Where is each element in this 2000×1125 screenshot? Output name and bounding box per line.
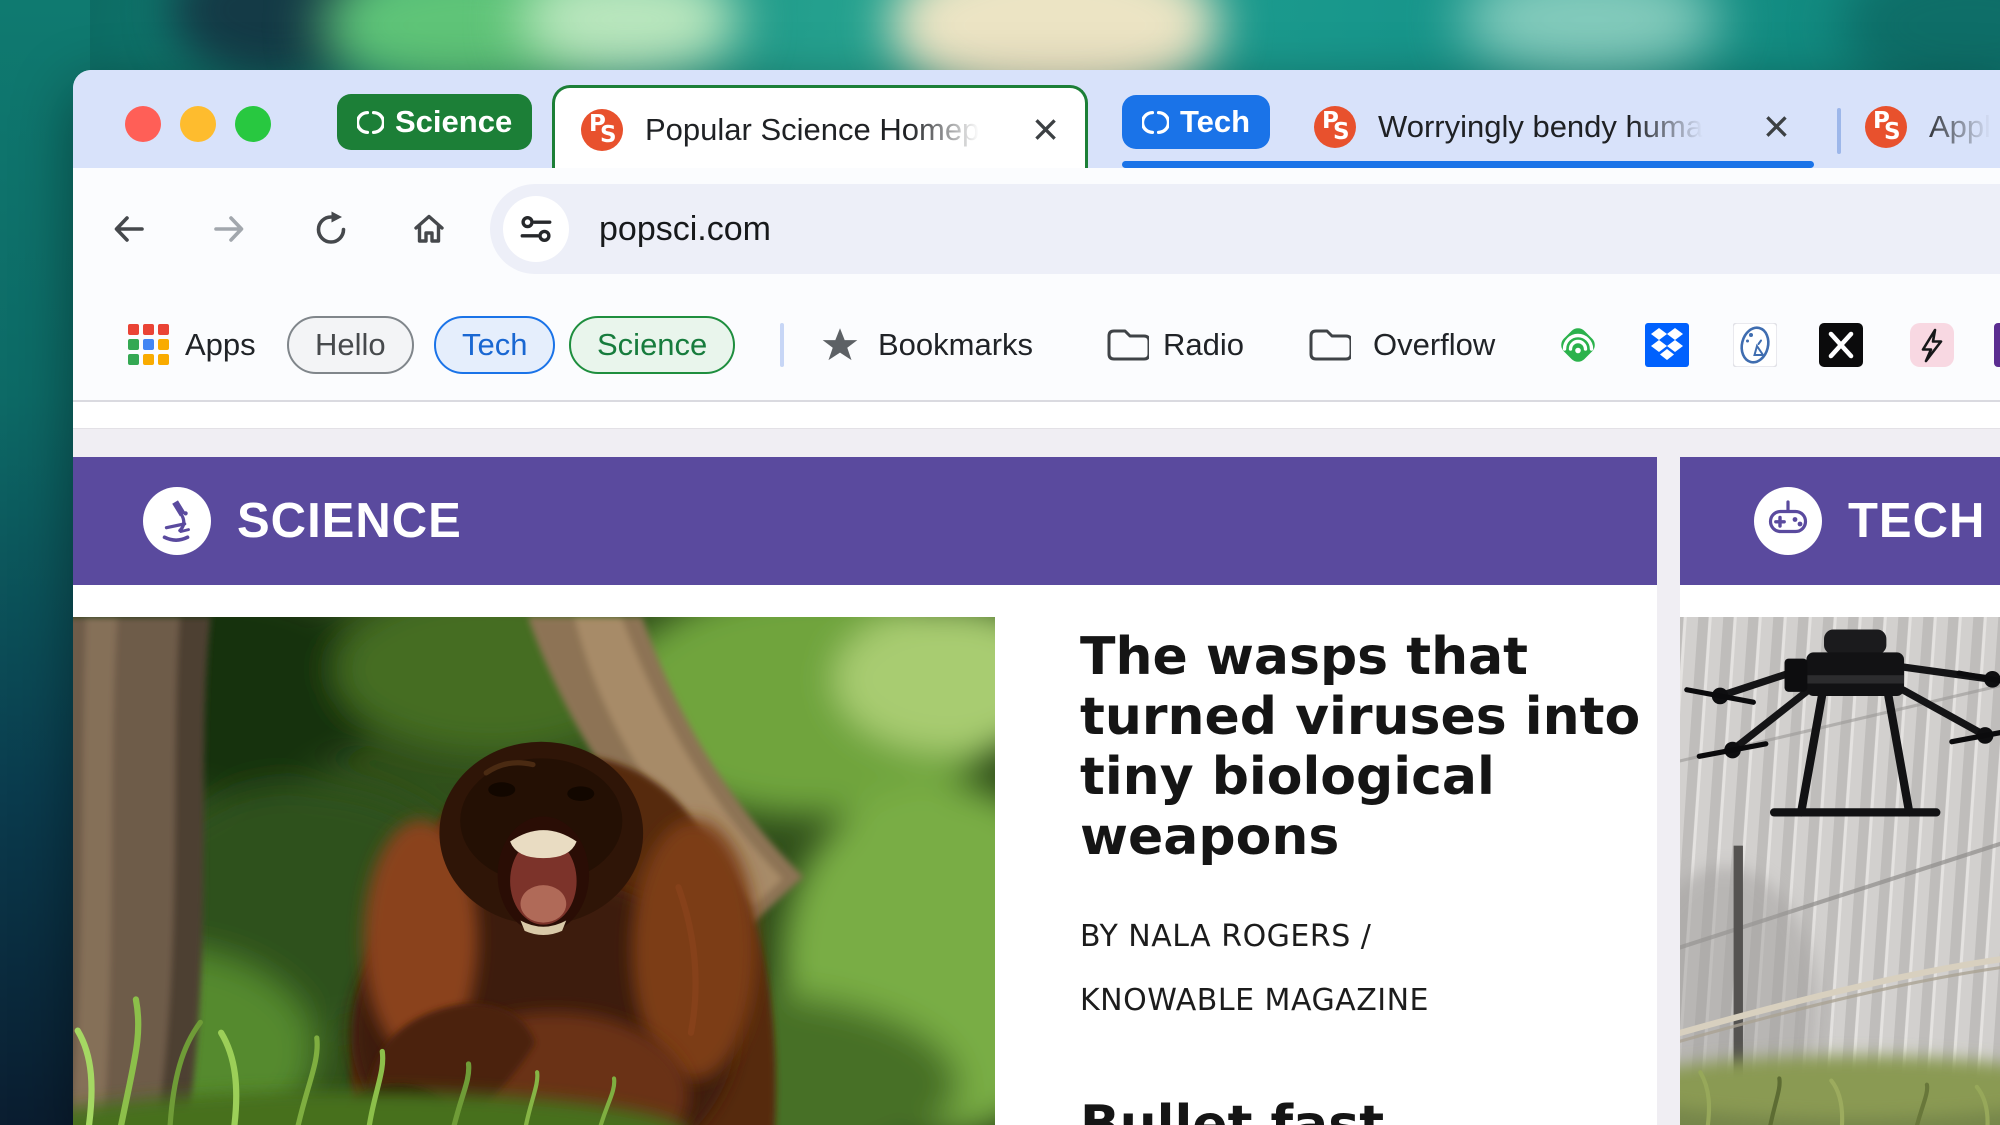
tab-appl[interactable]: P S Appl: [1865, 85, 1991, 168]
lightning-icon[interactable]: [1910, 323, 1954, 367]
saved-group-tech[interactable]: Tech: [434, 316, 555, 374]
browser-window: Science P S Popular Science Homep × Tech: [73, 70, 2000, 1125]
url-text[interactable]: popsci.com: [599, 210, 771, 249]
tab-title: Popular Science Homep: [645, 112, 979, 148]
tab-group-chip-tech[interactable]: Tech: [1122, 95, 1270, 149]
tab-title: Worryingly bendy huma: [1378, 109, 1703, 145]
star-icon[interactable]: [821, 326, 859, 364]
sketch-circle-icon[interactable]: [1733, 323, 1777, 367]
zoom-window-button[interactable]: [235, 106, 271, 142]
column-gutter: [1657, 457, 1680, 1125]
dropbox-icon[interactable]: [1645, 323, 1689, 367]
apps-grid-icon[interactable]: [128, 324, 170, 366]
bookmarks-bar: Apps Hello Tech Science Bookmarks Radio: [73, 290, 2000, 400]
microscope-icon: [143, 487, 211, 555]
tab-title: Appl: [1929, 109, 1991, 145]
tab-group-chip-science[interactable]: Science: [337, 94, 532, 150]
home-icon[interactable]: [409, 209, 449, 249]
article-headline-line[interactable]: tiny biological: [1080, 747, 1660, 807]
tech-group-underline: [1122, 161, 1814, 168]
drone-article-image[interactable]: [1680, 617, 2000, 1125]
screen: Science P S Popular Science Homep × Tech: [0, 0, 2000, 1125]
tech-column: TECH: [1680, 457, 2000, 1125]
purple-sliver-icon[interactable]: [1994, 323, 2000, 367]
minimize-window-button[interactable]: [180, 106, 216, 142]
science-lead-article: The wasps that turned viruses into tiny …: [1080, 627, 1660, 1125]
tab-group-label: Tech: [1180, 104, 1250, 140]
tab-group-icon: [1142, 109, 1169, 136]
tab-worryingly-bendy[interactable]: P S Worryingly bendy huma: [1290, 85, 1830, 168]
feedly-icon[interactable]: [1556, 323, 1600, 367]
popsci-favicon: P S: [581, 109, 623, 151]
folder-icon[interactable]: [1105, 326, 1149, 364]
saved-group-science[interactable]: Science: [569, 316, 735, 374]
bookmark-bookmarks[interactable]: Bookmarks: [878, 327, 1033, 363]
science-section-label: SCIENCE: [237, 493, 462, 549]
tab-group-label: Science: [395, 104, 512, 140]
next-article-headline[interactable]: Bullet fast ...: [1080, 1095, 1660, 1125]
saved-group-hello[interactable]: Hello: [287, 316, 414, 374]
article-byline: BY NALA ROGERS / KNOWABLE MAGAZINE: [1080, 905, 1660, 1033]
navigation-toolbar: popsci.com: [73, 168, 2000, 290]
tab-separator: [1837, 108, 1841, 154]
tune-icon: [517, 210, 555, 248]
bookmark-folder-overflow[interactable]: Overflow: [1373, 327, 1495, 363]
folder-icon[interactable]: [1307, 326, 1351, 364]
popsci-favicon: P S: [1865, 106, 1907, 148]
close-tab-icon[interactable]: ×: [1032, 111, 1059, 148]
reload-icon[interactable]: [311, 209, 351, 249]
popsci-favicon: P S: [1314, 106, 1356, 148]
back-icon[interactable]: [109, 209, 149, 249]
web-page: SCIENCE: [73, 402, 2000, 1125]
science-column: SCIENCE: [73, 457, 1657, 1125]
site-info-button[interactable]: [503, 196, 569, 262]
article-headline-line[interactable]: weapons: [1080, 807, 1660, 867]
science-section-header: SCIENCE: [73, 457, 1657, 585]
apps-label[interactable]: Apps: [185, 327, 256, 363]
close-tab-icon[interactable]: ×: [1763, 108, 1790, 145]
game-controller-icon: [1754, 487, 1822, 555]
wallpaper-blob: [1460, 0, 1720, 80]
orangutan-article-image[interactable]: [73, 617, 995, 1125]
bookmarks-separator: [780, 323, 784, 367]
article-headline-line[interactable]: The wasps that: [1080, 627, 1660, 687]
address-bar[interactable]: popsci.com: [490, 184, 2000, 274]
tab-strip: Science P S Popular Science Homep × Tech: [73, 70, 2000, 168]
page-top-strip: [73, 402, 2000, 428]
forward-icon[interactable]: [209, 209, 249, 249]
tech-section-header: TECH: [1680, 457, 2000, 585]
page-grey-strip: [73, 428, 2000, 457]
article-headline-line[interactable]: turned viruses into: [1080, 687, 1660, 747]
bookmark-folder-radio[interactable]: Radio: [1163, 327, 1244, 363]
x-icon[interactable]: [1819, 323, 1863, 367]
tech-section-label: TECH: [1848, 493, 1985, 549]
close-window-button[interactable]: [125, 106, 161, 142]
tab-group-icon: [357, 109, 384, 136]
tab-popular-science[interactable]: P S Popular Science Homep ×: [552, 85, 1088, 171]
